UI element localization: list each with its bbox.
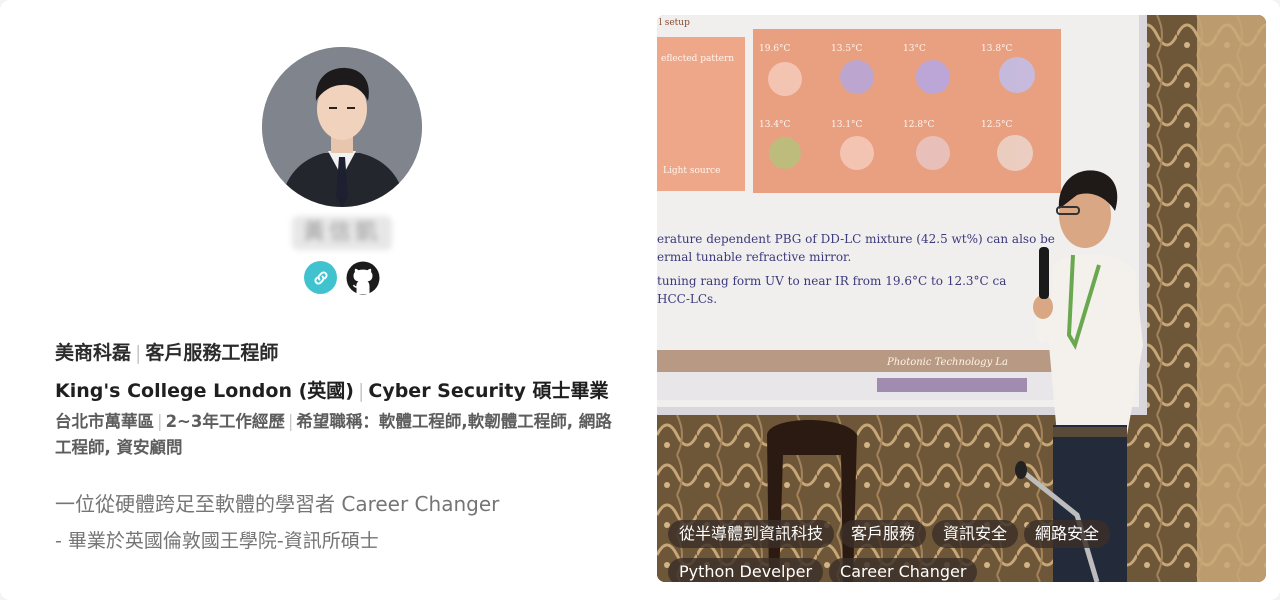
experience: 2~3年工作經歷 xyxy=(165,412,285,431)
temp-7: 12.8°C xyxy=(903,120,935,130)
location: 台北市萬華區 xyxy=(55,412,154,431)
job-title: 客戶服務工程師 xyxy=(145,342,279,364)
temp-8: 12.5°C xyxy=(981,120,1013,130)
slide-footer: Photonic Technology La xyxy=(886,357,1008,368)
slide-light-source: Light source xyxy=(663,166,720,176)
temp-5: 13.4°C xyxy=(759,120,791,130)
link-icon xyxy=(314,271,327,284)
divider: | xyxy=(287,412,294,431)
profile-name: 黃信凱 xyxy=(292,216,392,250)
profile-card: 黃信凱 美商科磊 | 客戶服務工程師 King's College London… xyxy=(0,0,1280,600)
slide-heading: l setup xyxy=(659,18,690,28)
website-link-button[interactable] xyxy=(304,261,337,294)
profile-info: 黃信凱 美商科磊 | 客戶服務工程師 King's College London… xyxy=(0,0,660,600)
slide-line-3: tuning rang form UV to near IR from 19.6… xyxy=(657,274,1006,288)
avatar xyxy=(262,47,422,207)
company-name: 美商科磊 xyxy=(55,342,132,364)
description: - 畢業於英國倫敦國王學院-資訊所碩士 xyxy=(55,530,379,552)
temp-2: 13.5°C xyxy=(831,44,863,54)
cover-photo: l setup eflected pattern Light source 19… xyxy=(657,15,1266,582)
tag-item[interactable]: 資訊安全 xyxy=(932,520,1019,548)
degree: Cyber Security 碩士畢業 xyxy=(368,380,609,402)
tag-item[interactable]: 網路安全 xyxy=(1024,520,1111,548)
temp-3: 13°C xyxy=(903,44,926,54)
tag-item[interactable]: Python Develper xyxy=(668,558,824,582)
temp-6: 13.1°C xyxy=(831,120,863,130)
profile-links xyxy=(304,261,380,295)
github-link-button[interactable] xyxy=(346,261,380,295)
slide-line-2: ermal tunable refractive mirror. xyxy=(657,250,851,264)
tag-item[interactable]: Career Changer xyxy=(829,558,978,582)
education-line: King's College London (英國) | Cyber Securit… xyxy=(55,376,609,403)
tagline: 一位從硬體跨足至軟體的學習者 Career Changer xyxy=(55,492,500,516)
github-icon xyxy=(346,261,380,295)
slide-reflected: eflected pattern xyxy=(661,54,734,64)
school-name: King's College London (英國) xyxy=(55,380,354,402)
tag-item[interactable]: 從半導體到資訊科技 xyxy=(668,520,835,548)
tag-item[interactable]: 客戶服務 xyxy=(840,520,927,548)
slide-line-4: HCC-LCs. xyxy=(657,292,717,306)
job-line: 美商科磊 | 客戶服務工程師 xyxy=(55,338,278,365)
slide-line-1: erature dependent PBG of DD-LC mixture (… xyxy=(657,232,1055,246)
temp-1: 19.6°C xyxy=(759,44,791,54)
tag-list: 從半導體到資訊科技 客戶服務 資訊安全 網路安全 Python Develper Care… xyxy=(668,520,1228,582)
presentation-photo: l setup eflected pattern Light source 19… xyxy=(657,15,1266,582)
divider: | xyxy=(135,342,142,364)
temp-4: 13.8°C xyxy=(981,44,1013,54)
divider: | xyxy=(357,380,365,402)
divider: | xyxy=(157,412,163,431)
profile-meta: 台北市萬華區 | 2~3年工作經歷 | 希望職稱：軟體工程師,軟韌體工程師, 網路工程師… xyxy=(55,409,620,461)
